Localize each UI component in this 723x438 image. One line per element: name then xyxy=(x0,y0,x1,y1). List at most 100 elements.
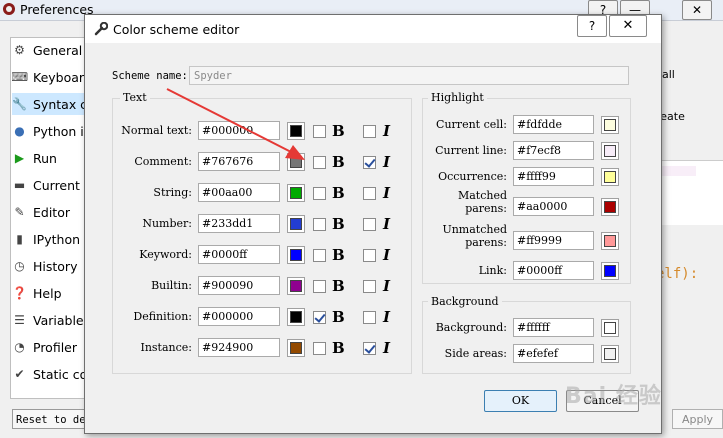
italic-label: I xyxy=(383,122,391,140)
background-group-title: Background xyxy=(428,295,502,308)
ok-button[interactable]: OK xyxy=(484,390,557,412)
sidebar-item-keyboard[interactable]: ⌨ Keyboard xyxy=(12,66,90,88)
wrench-icon xyxy=(94,21,109,36)
color-swatch-button[interactable] xyxy=(601,262,619,280)
color-swatch-fill xyxy=(290,280,302,292)
sidebar-item-current[interactable]: ▬ Current xyxy=(12,174,90,196)
color-swatch-button[interactable] xyxy=(287,153,305,171)
color-swatch-button[interactable] xyxy=(287,246,305,264)
sidebar-item-profiler[interactable]: ◔ Profiler xyxy=(12,336,90,358)
text-color-field[interactable]: #000000 xyxy=(198,307,280,326)
sidebar-item-help[interactable]: ❓ Help xyxy=(12,282,90,304)
color-swatch-button[interactable] xyxy=(287,277,305,295)
italic-checkbox[interactable] xyxy=(363,249,376,262)
color-swatch-button[interactable] xyxy=(601,198,619,216)
sidebar-item-general[interactable]: ⚙ General xyxy=(12,39,90,61)
italic-label: I xyxy=(383,339,391,357)
sidebar-item-label: IPython xyxy=(33,231,81,247)
sidebar-item-label: Keyboard xyxy=(33,69,90,85)
background-color-field[interactable]: #ffffff xyxy=(513,318,594,337)
bold-checkbox[interactable] xyxy=(313,311,326,324)
italic-checkbox[interactable] xyxy=(363,125,376,138)
sidebar-item-label: History xyxy=(33,258,78,274)
highlight-color-field[interactable]: #fdfdde xyxy=(513,115,594,134)
highlight-color-field[interactable]: #f7ecf8 xyxy=(513,141,594,160)
bold-checkbox[interactable] xyxy=(313,187,326,200)
editor-icon: ✎ xyxy=(14,205,25,219)
text-color-field[interactable]: #00aa00 xyxy=(198,183,280,202)
sidebar-item-syntax-c[interactable]: 🔧 Syntax c xyxy=(12,93,90,115)
text-color-field[interactable]: #233dd1 xyxy=(198,214,280,233)
sidebar-item-run[interactable]: ▶ Run xyxy=(12,147,90,169)
background-color-field[interactable]: #efefef xyxy=(513,344,594,363)
highlight-color-field[interactable]: #0000ff xyxy=(513,261,594,280)
sidebar-item-label: Current xyxy=(33,177,80,193)
bold-label: B xyxy=(332,339,345,357)
dialog-help-button[interactable]: ? xyxy=(577,15,607,37)
bold-checkbox[interactable] xyxy=(313,342,326,355)
dialog-close-button[interactable]: ✕ xyxy=(609,15,647,37)
preferences-title: Preferences xyxy=(20,2,94,17)
color-swatch-button[interactable] xyxy=(287,184,305,202)
italic-checkbox[interactable] xyxy=(363,218,376,231)
color-swatch-fill xyxy=(290,342,302,354)
text-color-field[interactable]: #924900 xyxy=(198,338,280,357)
bold-checkbox[interactable] xyxy=(313,218,326,231)
static-icon: ✔ xyxy=(14,367,25,381)
highlight-color-field[interactable]: #ff9999 xyxy=(513,231,594,250)
background-row-label: Side areas: xyxy=(444,347,507,360)
text-color-field[interactable]: #767676 xyxy=(198,152,280,171)
bold-checkbox[interactable] xyxy=(313,125,326,138)
color-swatch-button[interactable] xyxy=(601,142,619,160)
text-color-field[interactable]: #900090 xyxy=(198,276,280,295)
sidebar-item-editor[interactable]: ✎ Editor xyxy=(12,201,90,223)
sidebar-item-label: Variable xyxy=(33,312,84,328)
sidebar-item-python-i[interactable]: ● Python i xyxy=(12,120,90,142)
italic-checkbox[interactable] xyxy=(363,311,376,324)
preferences-all-text: all xyxy=(662,68,675,81)
bold-label: B xyxy=(332,153,345,171)
sidebar-item-variable[interactable]: ☰ Variable xyxy=(12,309,90,331)
bold-checkbox[interactable] xyxy=(313,249,326,262)
text-color-field[interactable]: #0000ff xyxy=(198,245,280,264)
reset-to-defaults-button[interactable]: Reset to defaults xyxy=(12,409,94,429)
bold-label: B xyxy=(332,277,345,295)
italic-checkbox[interactable] xyxy=(363,187,376,200)
sidebar-item-label: Editor xyxy=(33,204,70,220)
keyboard-icon: ⌨ xyxy=(12,70,29,84)
profiler-icon: ◔ xyxy=(14,340,25,354)
italic-checkbox[interactable] xyxy=(363,342,376,355)
scheme-name-field[interactable]: Spyder xyxy=(189,66,629,85)
color-swatch-button[interactable] xyxy=(601,168,619,186)
bold-checkbox[interactable] xyxy=(313,280,326,293)
color-swatch-fill xyxy=(604,119,616,131)
bold-checkbox[interactable] xyxy=(313,156,326,169)
preview-code-text: elf): xyxy=(656,266,699,282)
bold-label: B xyxy=(332,215,345,233)
color-swatch-button[interactable] xyxy=(601,232,619,250)
bold-label: B xyxy=(332,246,345,264)
color-swatch-button[interactable] xyxy=(287,122,305,140)
sidebar-item-static-co[interactable]: ✔ Static co xyxy=(12,363,90,385)
apply-button[interactable]: Apply xyxy=(672,409,723,429)
dialog-title: Color scheme editor xyxy=(113,22,240,37)
italic-checkbox[interactable] xyxy=(363,280,376,293)
italic-checkbox[interactable] xyxy=(363,156,376,169)
color-swatch-button[interactable] xyxy=(287,215,305,233)
color-scheme-editor-dialog: Color scheme editor ? ✕ Scheme name: Spy… xyxy=(84,14,662,434)
color-swatch-button[interactable] xyxy=(601,116,619,134)
color-swatch-button[interactable] xyxy=(601,319,619,337)
highlight-group-title: Highlight xyxy=(428,91,487,104)
color-swatch-button[interactable] xyxy=(287,308,305,326)
highlight-color-field[interactable]: #ffff99 xyxy=(513,167,594,186)
history-icon: ◷ xyxy=(14,259,25,273)
text-color-field[interactable]: #000000 xyxy=(198,121,280,140)
highlight-color-field[interactable]: #aa0000 xyxy=(513,197,594,216)
sidebar-item-ipython[interactable]: ▮ IPython xyxy=(12,228,90,250)
color-swatch-button[interactable] xyxy=(287,339,305,357)
italic-label: I xyxy=(383,246,391,264)
color-swatch-fill xyxy=(290,156,302,168)
color-swatch-button[interactable] xyxy=(601,345,619,363)
preferences-close-button[interactable]: ✕ xyxy=(682,0,712,20)
sidebar-item-history[interactable]: ◷ History xyxy=(12,255,90,277)
